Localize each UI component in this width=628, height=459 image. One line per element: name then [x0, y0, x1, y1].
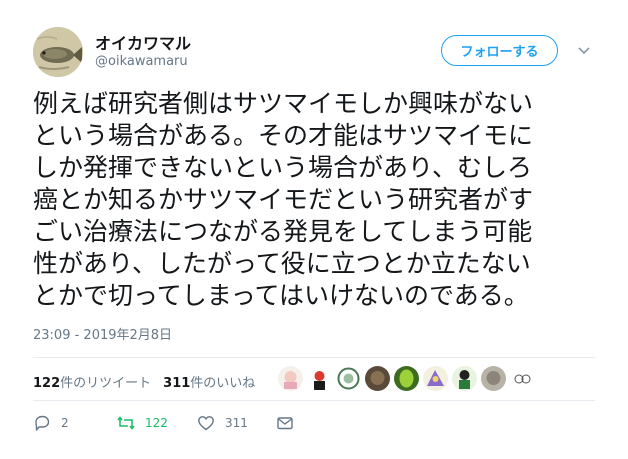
- like-button[interactable]: 311: [197, 414, 248, 432]
- avatar-fish-image: [33, 27, 83, 77]
- likes-label: 件のいいね: [190, 376, 256, 391]
- liker-avatar[interactable]: [365, 366, 390, 391]
- follow-button[interactable]: フォローする: [441, 35, 558, 66]
- likes-stat[interactable]: 311件のいいね: [163, 372, 255, 391]
- liker-avatar[interactable]: [336, 366, 361, 391]
- tweet-line: 癌とか知るかサツマイモだという研究者がす: [33, 185, 534, 214]
- tweet-line: という場合がある。その才能はサツマイモに: [33, 121, 534, 150]
- display-name[interactable]: オイカワマル: [95, 30, 191, 54]
- retweet-count: 122: [145, 416, 168, 430]
- heart-icon: [198, 416, 214, 431]
- retweet-button[interactable]: 122: [117, 414, 168, 432]
- mail-icon: [277, 417, 293, 430]
- chevron-down-icon[interactable]: [577, 43, 591, 57]
- liker-avatar[interactable]: [307, 366, 332, 391]
- reply-icon: [35, 415, 50, 431]
- liker-avatar[interactable]: [452, 366, 477, 391]
- user-handle[interactable]: @oikawamaru: [95, 54, 188, 69]
- divider: [33, 400, 595, 401]
- tweet-timestamp[interactable]: 23:09 - 2019年2月8日: [33, 324, 172, 343]
- retweets-stat[interactable]: 122件のリツイート: [33, 372, 151, 391]
- liker-avatars: [278, 366, 535, 391]
- divider: [33, 357, 595, 358]
- tweet-line: ごい治療法につながる発見をしてしまう可能: [33, 217, 533, 246]
- retweets-count: 122: [33, 376, 61, 391]
- tweet-line: 性があり、したがって役に立つとか立たない: [33, 249, 531, 278]
- liker-avatar[interactable]: [481, 366, 506, 391]
- reply-button[interactable]: 2: [33, 414, 69, 432]
- tweet-line: とかで切ってしまってはいけないのである。: [33, 281, 529, 310]
- tweet-line: 例えば研究者側はサツマイモしか興味がない: [33, 89, 534, 118]
- likes-count: 311: [163, 376, 191, 391]
- retweet-icon: [117, 416, 135, 430]
- follow-button-label: フォローする: [460, 45, 539, 60]
- engagement-stats: 122件のリツイート 311件のいいね: [33, 372, 255, 391]
- liker-avatar[interactable]: [423, 366, 448, 391]
- liker-avatar[interactable]: [394, 366, 419, 391]
- tweet-line: しか発揮できないという場合があり、むしろ: [33, 153, 533, 182]
- tweet-text: 例えば研究者側はサツマイモしか興味がない という場合がある。その才能はサツマイモ…: [33, 88, 593, 312]
- direct-message-button[interactable]: [276, 414, 294, 432]
- retweets-label: 件のリツイート: [60, 376, 152, 391]
- like-count: 311: [225, 416, 248, 430]
- liker-avatar[interactable]: [510, 366, 535, 391]
- reply-count: 2: [61, 416, 69, 430]
- avatar[interactable]: [33, 27, 83, 77]
- liker-avatar[interactable]: [278, 366, 303, 391]
